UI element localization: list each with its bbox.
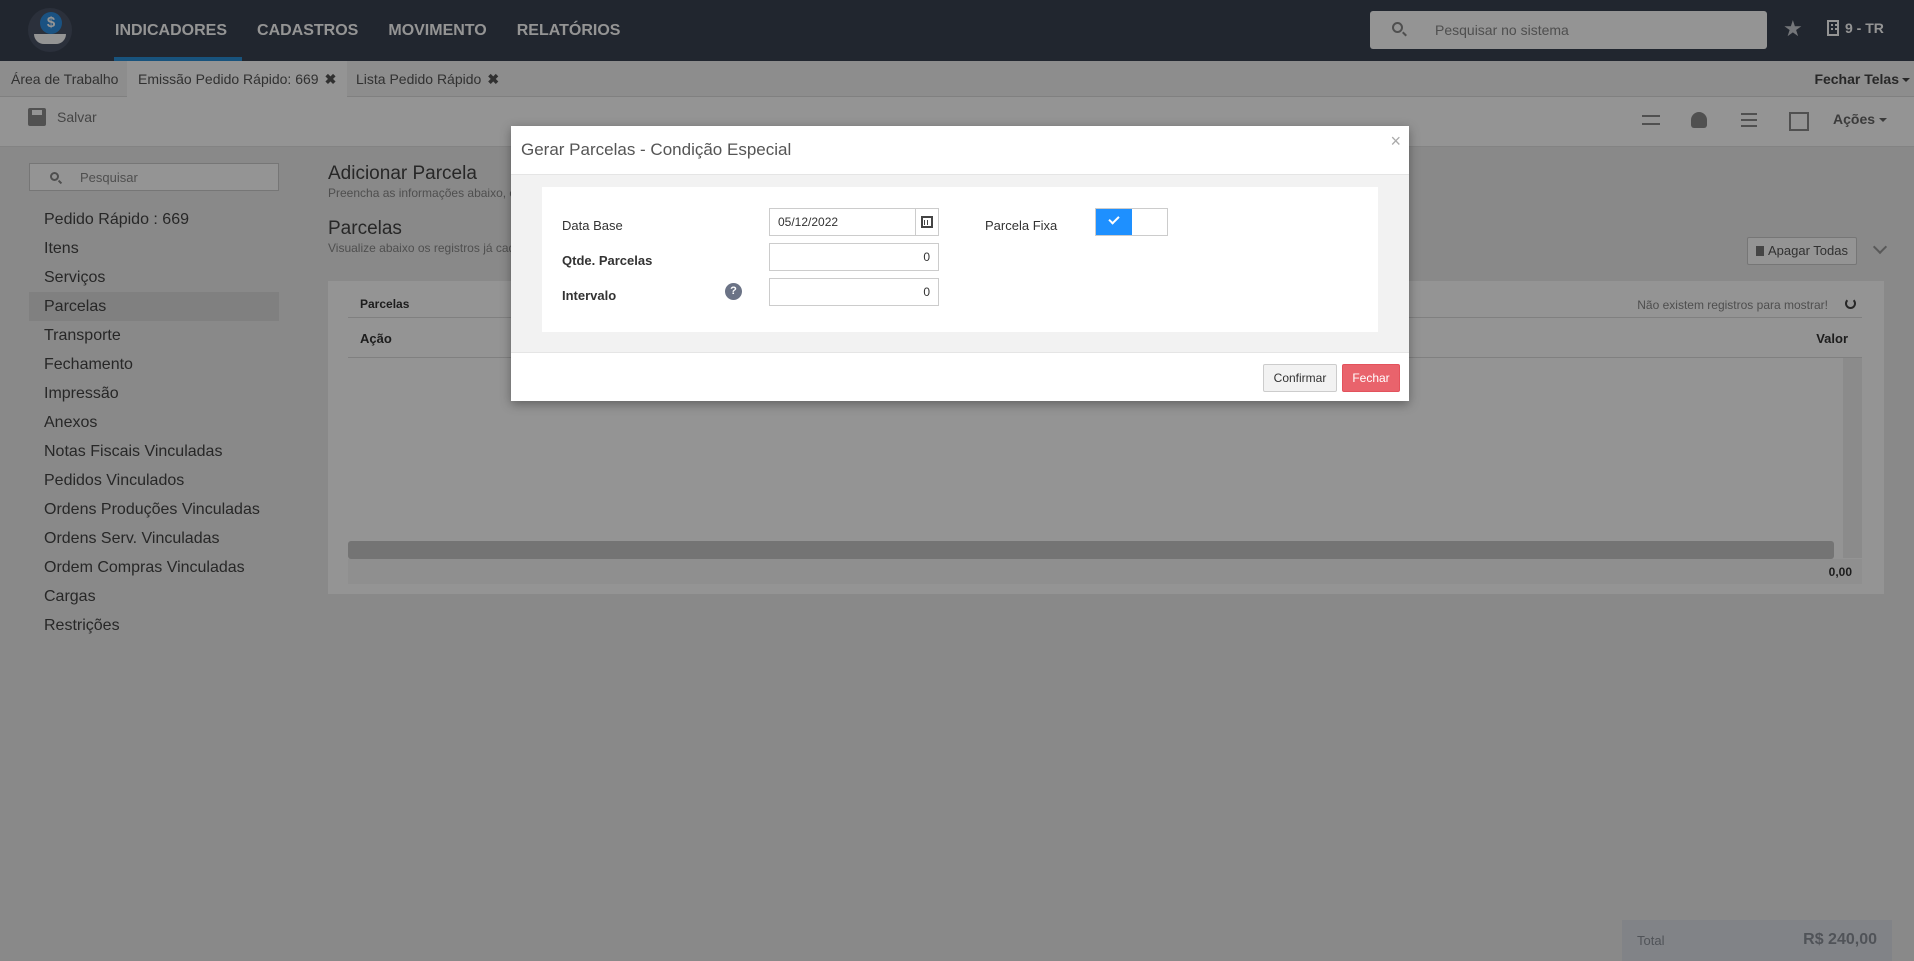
close-icon[interactable]: × — [1390, 131, 1401, 152]
qtde-parcelas-input[interactable] — [769, 243, 939, 271]
toggle-on-segment — [1096, 209, 1132, 235]
parcela-fixa-label: Parcela Fixa — [985, 218, 1058, 233]
parcela-fixa-toggle[interactable] — [1095, 208, 1168, 236]
form-panel: Data Base Qtde. Parcelas Intervalo ? Par… — [542, 187, 1378, 332]
modal-footer: Confirmar Fechar — [511, 352, 1409, 401]
modal-body: Data Base Qtde. Parcelas Intervalo ? Par… — [511, 175, 1409, 352]
intervalo-label: Intervalo — [562, 288, 617, 303]
qtde-parcelas-label: Qtde. Parcelas — [562, 253, 653, 268]
help-icon[interactable]: ? — [725, 283, 742, 300]
checkmark-icon — [1108, 213, 1120, 225]
date-picker-button[interactable] — [916, 208, 939, 236]
modal-header: Gerar Parcelas - Condição Especial × — [511, 126, 1409, 175]
modal-title: Gerar Parcelas - Condição Especial — [521, 140, 792, 159]
confirm-button[interactable]: Confirmar — [1263, 364, 1337, 392]
intervalo-input[interactable] — [769, 278, 939, 306]
data-base-input[interactable] — [769, 208, 916, 236]
gerar-parcelas-modal: Gerar Parcelas - Condição Especial × Dat… — [511, 126, 1409, 401]
close-button[interactable]: Fechar — [1342, 364, 1400, 392]
calendar-icon — [921, 216, 933, 228]
data-base-label: Data Base — [562, 218, 623, 233]
